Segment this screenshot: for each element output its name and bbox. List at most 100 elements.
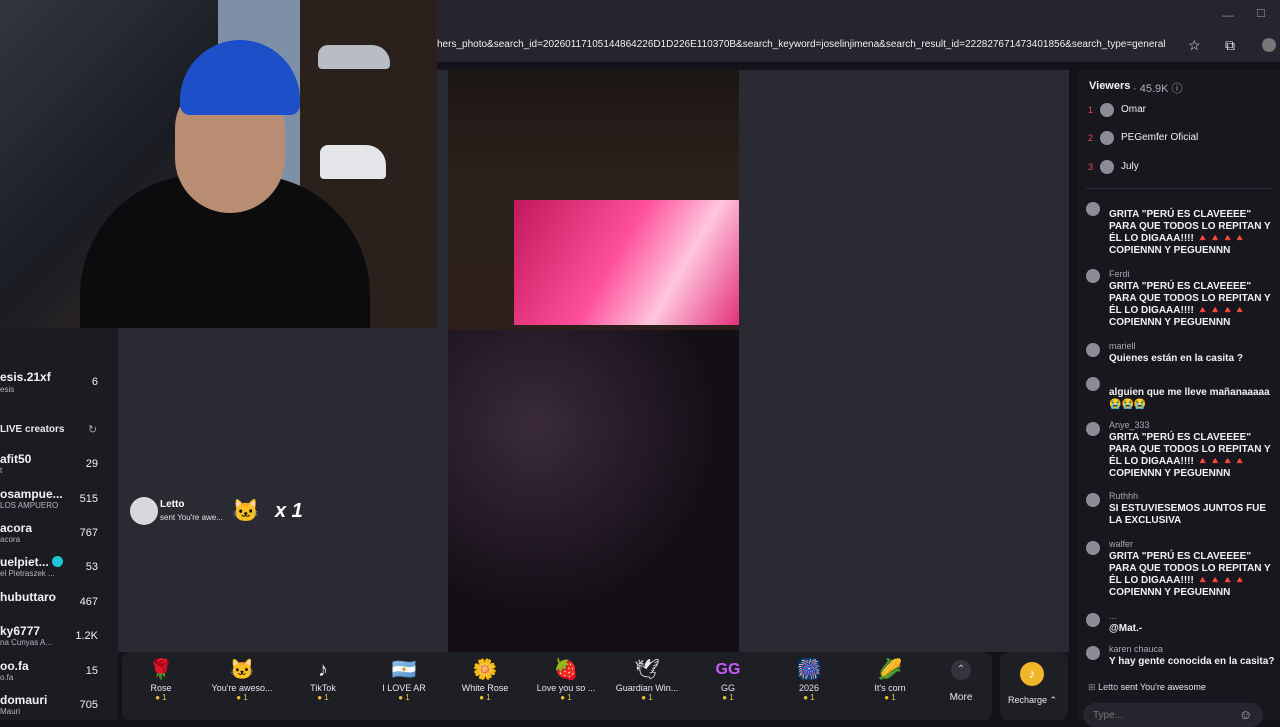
avatar xyxy=(1086,493,1100,507)
gift-name: You're aweso... xyxy=(211,683,273,693)
chat-user[interactable]: Letto xyxy=(1098,682,1118,692)
list-item[interactable]: oo.fa o.fa 15 xyxy=(0,659,118,682)
gift-price: 1 xyxy=(162,693,167,702)
gift-name: White Rose xyxy=(461,683,509,693)
list-item[interactable]: afit50 t 29 xyxy=(0,452,118,475)
minimize-button[interactable]: — xyxy=(1222,8,1234,22)
chat-input[interactable]: Type... ☺ xyxy=(1083,703,1263,727)
list-item[interactable]: acora acora 767 xyxy=(0,521,118,544)
cat-icon: 🐱 xyxy=(229,659,255,681)
avatar xyxy=(1086,613,1100,627)
divider xyxy=(1086,188,1272,189)
viewers-title: Viewers xyxy=(1089,80,1131,92)
gift-price: 1 xyxy=(648,693,653,702)
avatar xyxy=(130,497,158,525)
chat-text: Y hay gente conocida en la casita? xyxy=(1109,656,1275,667)
creator-count: 705 xyxy=(79,699,98,711)
viewer-name: PEGemfer Oficial xyxy=(1121,132,1199,143)
gift-multiplier: x 1 xyxy=(275,500,303,522)
gift-tiktok[interactable]: ♪ TikTok ● 1 xyxy=(283,657,363,702)
gift-gg[interactable]: GG GG ● 1 xyxy=(688,657,768,702)
chat-text: Quienes están en la casita ? xyxy=(1109,353,1243,364)
chat-user[interactable]: Anye_333 xyxy=(1109,420,1150,430)
chat-text: alguien que me lleve mañanaaaaa 😭😭😭 xyxy=(1109,387,1270,410)
argentina-heart-icon: 🇦🇷 xyxy=(391,659,417,681)
viewers-count: · 45.9K ⓘ xyxy=(1133,83,1183,95)
gift-sender: Letto xyxy=(160,499,185,510)
gg-icon: GG xyxy=(715,661,741,678)
gift-guardian-wings[interactable]: 🕊 Guardian Win... ● 1 xyxy=(607,657,687,702)
chat-user[interactable]: karen chauca xyxy=(1109,644,1163,654)
list-item[interactable]: hubuttaro 467 xyxy=(0,590,118,608)
webcam-overlay xyxy=(0,0,437,328)
profile-icon[interactable] xyxy=(1262,38,1276,52)
section-title: LIVE creators xyxy=(0,424,65,435)
creator-count: 1.2K xyxy=(75,630,98,642)
url-text[interactable]: hers_photo&search_id=2026011710514486422… xyxy=(437,39,1177,50)
recharge-button[interactable]: ♪ Recharge ⌃ xyxy=(1000,652,1068,720)
gift-i-love-ar[interactable]: 🇦🇷 I LOVE AR ● 1 xyxy=(364,657,444,702)
avatar xyxy=(1100,160,1114,174)
chat-text: @Mat.- xyxy=(1109,623,1143,634)
more-label: More xyxy=(949,692,973,703)
gift-youre-awesome[interactable]: 🐱 You're aweso... ● 1 xyxy=(202,657,282,702)
gift-love-you-so[interactable]: 🍓 Love you so ... ● 1 xyxy=(526,657,606,702)
gift-white-rose[interactable]: 🌼 White Rose ● 1 xyxy=(445,657,525,702)
avatar xyxy=(1086,541,1100,555)
chat-user[interactable]: mariell xyxy=(1109,341,1136,351)
gift-2026[interactable]: 🎆 2026 ● 1 xyxy=(769,657,849,702)
list-item[interactable]: ky6777 na Cunyas A... 1.2K xyxy=(0,624,118,647)
coin-icon: ● 1 xyxy=(317,693,329,702)
coin-icon: ● 1 xyxy=(884,693,896,702)
list-item[interactable]: uelpiet... el Pietraszek ... 53 xyxy=(0,555,118,578)
gift-its-corn[interactable]: 🌽 It's corn ● 1 xyxy=(850,657,930,702)
chat-user[interactable]: ... xyxy=(1109,611,1117,621)
maximize-button[interactable]: ☐ xyxy=(1256,7,1266,20)
heart-face-icon: 🍓 xyxy=(553,659,579,681)
left-panel: esis.21xf esis 6 LIVE creators ↻ afit50 … xyxy=(0,328,118,720)
avatar xyxy=(1086,646,1100,660)
gift-rose[interactable]: 🌹 Rose ● 1 xyxy=(121,657,201,702)
gift-price: 1 xyxy=(891,693,896,702)
creator-count: 767 xyxy=(79,527,98,539)
chevron-up-icon: ⌃ xyxy=(951,660,971,680)
more-button[interactable]: ⌃ More xyxy=(941,660,981,703)
refresh-icon[interactable]: ↻ xyxy=(88,423,97,436)
gift-name: 2026 xyxy=(798,683,820,693)
rose-icon: 🌹 xyxy=(148,659,174,681)
chat-user[interactable]: Ferdi xyxy=(1109,269,1130,279)
corn-icon: 🌽 xyxy=(877,659,903,681)
tiktok-icon: ♪ xyxy=(318,659,328,681)
gift-price: 1 xyxy=(486,693,491,702)
chat-text: GRITA "PERÚ ES CLAVEEEE" PARA QUE TODOS … xyxy=(1109,432,1271,479)
coin-icon: ● 1 xyxy=(641,693,653,702)
gift-text: sent You're awe... xyxy=(160,513,223,522)
gift-price: 1 xyxy=(567,693,572,702)
chat-user[interactable]: Ruthhh xyxy=(1109,491,1138,501)
avatar xyxy=(1086,343,1100,357)
coin-icon: ● 1 xyxy=(155,693,167,702)
list-item[interactable]: osampue... LOS AMPUERO 515 xyxy=(0,487,118,510)
list-item[interactable]: domauri Mauri 705 xyxy=(0,693,118,716)
avatar xyxy=(1086,422,1100,436)
chat-text: GRITA "PERÚ ES CLAVEEEE" PARA QUE TODOS … xyxy=(1109,551,1271,598)
star-icon[interactable]: ☆ xyxy=(1188,37,1201,54)
chat-text: SI ESTUVIESEMOS JUNTOS FUE LA EXCLUSIVA xyxy=(1109,503,1267,526)
chat-system-message: ⊞ Letto sent You're awesome xyxy=(1088,682,1206,693)
gift-icon: ⊞ xyxy=(1088,682,1096,692)
avatar xyxy=(1100,103,1114,117)
coin-icon: ● 1 xyxy=(722,693,734,702)
live-video[interactable] xyxy=(448,70,739,652)
extension-icon[interactable]: ⧉ xyxy=(1225,37,1235,54)
gift-price: 1 xyxy=(405,693,410,702)
cat-gift-icon: 🐱 xyxy=(232,498,260,523)
gift-price: 1 xyxy=(243,693,248,702)
coin-icon: ● 1 xyxy=(236,693,248,702)
top-user-name[interactable]: esis.21xf xyxy=(0,370,51,384)
top-user-sub: esis xyxy=(0,385,15,394)
wings-icon: 🕊 xyxy=(634,659,660,681)
coin-icon: ♪ xyxy=(1020,662,1044,686)
sneaker xyxy=(318,45,390,69)
chat-user[interactable]: walfer xyxy=(1109,539,1133,549)
coin-icon: ● 1 xyxy=(398,693,410,702)
